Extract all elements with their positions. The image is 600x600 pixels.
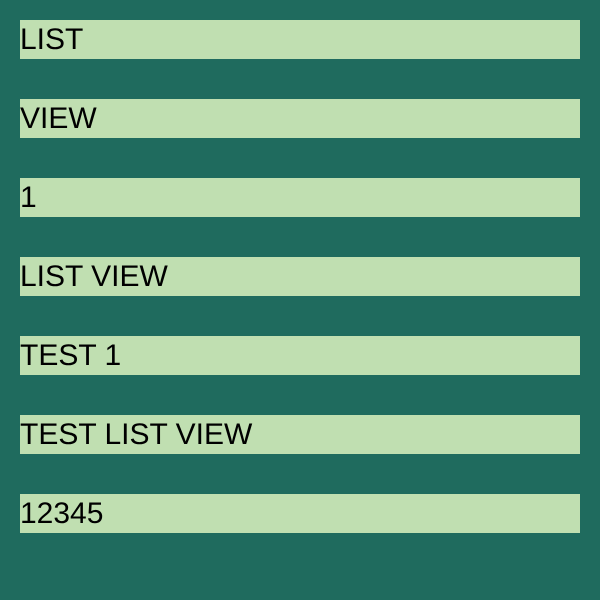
list-item[interactable]: LIST VIEW <box>20 257 580 296</box>
list-item[interactable]: TEST 1 <box>20 336 580 375</box>
list-view: LIST VIEW 1 LIST VIEW TEST 1 TEST LIST V… <box>0 0 600 600</box>
list-item[interactable]: 1 <box>20 178 580 217</box>
list-item[interactable]: VIEW <box>20 99 580 138</box>
list-item[interactable]: 12345 <box>20 494 580 533</box>
list-item[interactable]: LIST <box>20 20 580 59</box>
list-item[interactable]: TEST LIST VIEW <box>20 415 580 454</box>
